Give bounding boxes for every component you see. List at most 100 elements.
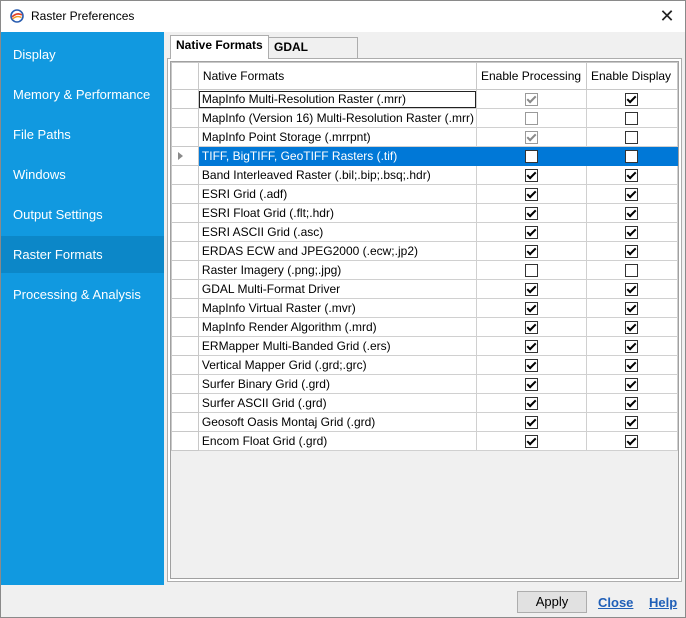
column-header-native-formats[interactable]: Native Formats — [197, 62, 478, 90]
table-row[interactable]: MapInfo (Version 16) Multi-Resolution Ra… — [171, 108, 678, 128]
enable-processing-checkbox[interactable] — [524, 321, 538, 335]
enable-display-cell[interactable] — [585, 336, 678, 356]
enable-processing-cell[interactable] — [476, 374, 587, 394]
enable-display-checkbox[interactable] — [625, 245, 639, 259]
enable-processing-cell[interactable] — [476, 355, 587, 375]
enable-display-checkbox[interactable] — [625, 359, 639, 373]
sidebar-item-memory-performance[interactable]: Memory & Performance — [1, 76, 164, 113]
enable-display-checkbox[interactable] — [625, 302, 639, 316]
enable-display-checkbox[interactable] — [625, 340, 639, 354]
row-header[interactable] — [171, 203, 199, 223]
table-row[interactable]: ESRI ASCII Grid (.asc) — [171, 222, 678, 242]
enable-processing-checkbox[interactable] — [524, 226, 538, 240]
enable-display-checkbox[interactable] — [625, 131, 639, 145]
tab-native-formats[interactable]: Native Formats — [170, 35, 269, 59]
row-header[interactable] — [171, 260, 199, 280]
sidebar-item-display[interactable]: Display — [1, 36, 164, 73]
enable-processing-cell[interactable] — [476, 412, 587, 432]
table-row[interactable]: ESRI Grid (.adf) — [171, 184, 678, 204]
format-name-cell[interactable]: MapInfo Multi-Resolution Raster (.mrr) — [197, 89, 478, 109]
enable-display-checkbox[interactable] — [625, 435, 639, 449]
format-name-cell[interactable]: Surfer ASCII Grid (.grd) — [197, 393, 478, 413]
row-header[interactable] — [171, 222, 199, 242]
format-name-cell[interactable]: Surfer Binary Grid (.grd) — [197, 374, 478, 394]
table-row[interactable]: MapInfo Render Algorithm (.mrd) — [171, 317, 678, 337]
enable-display-checkbox[interactable] — [625, 264, 639, 278]
format-name-cell[interactable]: ESRI Float Grid (.flt;.hdr) — [197, 203, 478, 223]
row-header[interactable] — [171, 336, 199, 356]
enable-display-cell[interactable] — [585, 279, 678, 299]
enable-display-cell[interactable] — [585, 298, 678, 318]
format-name-cell[interactable]: Vertical Mapper Grid (.grd;.grc) — [197, 355, 478, 375]
enable-display-checkbox[interactable] — [625, 207, 639, 221]
enable-display-cell[interactable] — [585, 260, 678, 280]
enable-processing-cell[interactable] — [476, 317, 587, 337]
format-name-cell[interactable]: Geosoft Oasis Montaj Grid (.grd) — [197, 412, 478, 432]
enable-processing-cell[interactable] — [476, 336, 587, 356]
enable-processing-checkbox[interactable] — [524, 397, 538, 411]
enable-processing-cell[interactable] — [476, 89, 587, 109]
table-row[interactable]: MapInfo Multi-Resolution Raster (.mrr) — [171, 89, 678, 109]
table-row[interactable]: Band Interleaved Raster (.bil;.bip;.bsq;… — [171, 165, 678, 185]
table-row[interactable]: MapInfo Point Storage (.mrrpnt) — [171, 127, 678, 147]
table-row[interactable]: Vertical Mapper Grid (.grd;.grc) — [171, 355, 678, 375]
row-header[interactable] — [171, 108, 199, 128]
sidebar-item-output-settings[interactable]: Output Settings — [1, 196, 164, 233]
enable-display-checkbox[interactable] — [625, 397, 639, 411]
row-header[interactable] — [171, 127, 199, 147]
format-name-cell[interactable]: Raster Imagery (.png;.jpg) — [197, 260, 478, 280]
enable-display-cell[interactable] — [585, 431, 678, 451]
enable-processing-checkbox[interactable] — [524, 302, 538, 316]
format-name-cell[interactable]: Band Interleaved Raster (.bil;.bip;.bsq;… — [197, 165, 478, 185]
row-header[interactable] — [171, 355, 199, 375]
close-link[interactable]: Close — [598, 595, 633, 610]
enable-display-checkbox[interactable] — [625, 416, 639, 430]
table-row[interactable]: MapInfo Virtual Raster (.mvr) — [171, 298, 678, 318]
enable-processing-checkbox[interactable] — [524, 264, 538, 278]
enable-display-cell[interactable] — [585, 355, 678, 375]
row-header[interactable] — [171, 165, 199, 185]
enable-processing-cell[interactable] — [476, 431, 587, 451]
enable-processing-cell[interactable] — [476, 108, 587, 128]
row-header[interactable] — [171, 184, 199, 204]
format-name-cell[interactable]: MapInfo Render Algorithm (.mrd) — [197, 317, 478, 337]
sidebar-item-processing-analysis[interactable]: Processing & Analysis — [1, 276, 164, 313]
enable-display-cell[interactable] — [585, 127, 678, 147]
enable-processing-cell[interactable] — [476, 165, 587, 185]
row-header[interactable] — [171, 241, 199, 261]
enable-processing-cell[interactable] — [476, 203, 587, 223]
enable-processing-checkbox[interactable] — [524, 340, 538, 354]
enable-display-cell[interactable] — [585, 89, 678, 109]
table-row[interactable]: GDAL Multi-Format Driver — [171, 279, 678, 299]
format-name-cell[interactable]: GDAL Multi-Format Driver — [197, 279, 478, 299]
format-name-cell[interactable]: TIFF, BigTIFF, GeoTIFF Rasters (.tif) — [197, 146, 478, 166]
enable-display-checkbox[interactable] — [625, 188, 639, 202]
enable-display-cell[interactable] — [585, 222, 678, 242]
enable-processing-cell[interactable] — [476, 279, 587, 299]
row-header[interactable] — [171, 374, 199, 394]
table-row[interactable]: TIFF, BigTIFF, GeoTIFF Rasters (.tif) — [171, 146, 678, 166]
format-name-cell[interactable]: MapInfo (Version 16) Multi-Resolution Ra… — [197, 108, 478, 128]
format-name-cell[interactable]: ERDAS ECW and JPEG2000 (.ecw;.jp2) — [197, 241, 478, 261]
enable-display-cell[interactable] — [585, 393, 678, 413]
enable-display-checkbox[interactable] — [625, 112, 639, 126]
sidebar-item-file-paths[interactable]: File Paths — [1, 116, 164, 153]
table-row[interactable]: ESRI Float Grid (.flt;.hdr) — [171, 203, 678, 223]
enable-processing-cell[interactable] — [476, 260, 587, 280]
row-header[interactable] — [171, 89, 199, 109]
enable-display-checkbox[interactable] — [625, 226, 639, 240]
enable-processing-checkbox[interactable] — [524, 188, 538, 202]
enable-display-cell[interactable] — [585, 374, 678, 394]
column-header-enable-processing[interactable]: Enable Processing — [476, 62, 587, 90]
enable-display-cell[interactable] — [585, 317, 678, 337]
enable-processing-checkbox[interactable] — [524, 169, 538, 183]
enable-display-cell[interactable] — [585, 146, 678, 166]
table-row[interactable]: Surfer Binary Grid (.grd) — [171, 374, 678, 394]
enable-processing-cell[interactable] — [476, 241, 587, 261]
enable-processing-checkbox[interactable] — [524, 416, 538, 430]
tab-gdal-formats[interactable]: GDAL Formats — [268, 37, 358, 73]
format-name-cell[interactable]: MapInfo Virtual Raster (.mvr) — [197, 298, 478, 318]
table-row[interactable]: Encom Float Grid (.grd) — [171, 431, 678, 451]
row-header[interactable] — [171, 146, 199, 166]
enable-display-cell[interactable] — [585, 184, 678, 204]
